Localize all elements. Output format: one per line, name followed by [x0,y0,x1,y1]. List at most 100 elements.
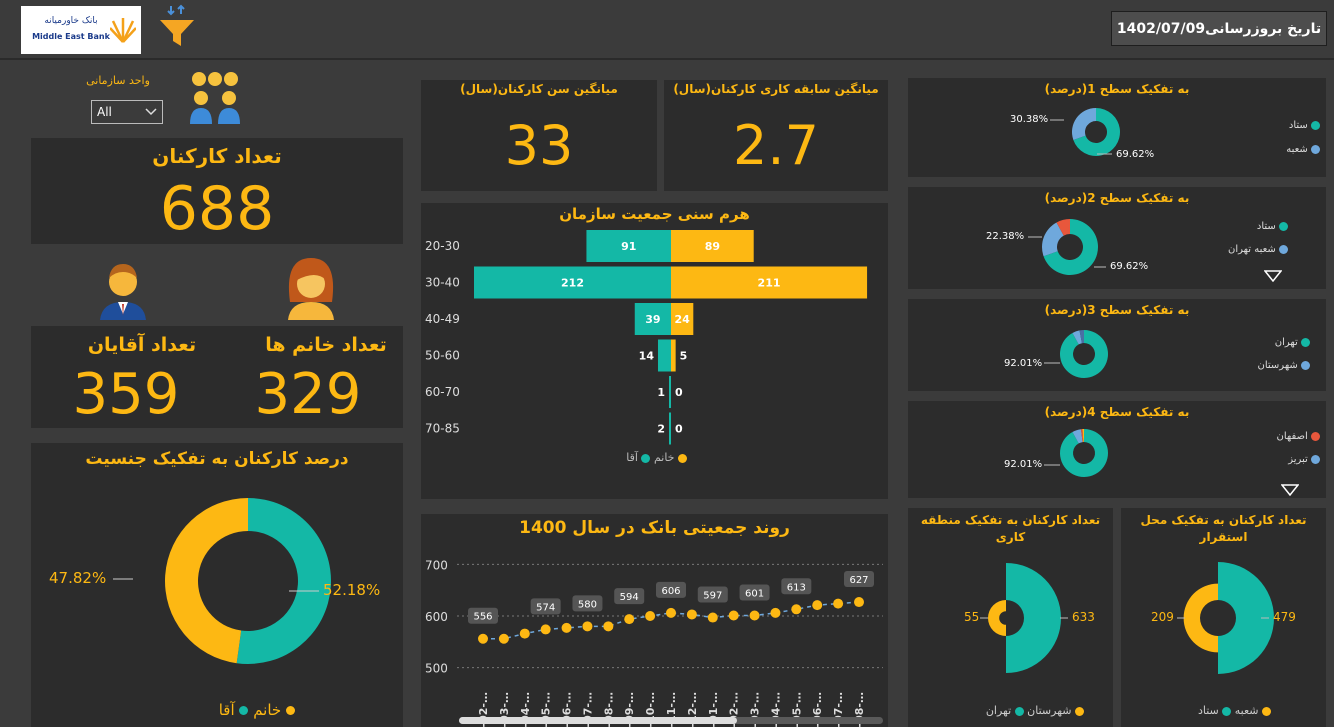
pct-women-label: 47.82% [49,569,107,587]
avg-experience-value: 2.7 [733,114,819,177]
trend-point [833,598,844,609]
pyramid-bar-women [671,339,676,372]
men-value: 359 [72,362,180,427]
trend-chart: 50060070055600-02-… 00-03-… 00-04-…57400-0… [425,558,883,727]
total-employees-card: تعداد کارکنان 688 [31,138,403,244]
dropdown-value: All [97,105,112,119]
pyramid-legend-men: آقا [626,451,638,464]
avg-age-value: 33 [504,114,574,177]
trend-data-label: 597 [703,591,722,602]
level2-pct-a: 22.38% [986,231,1025,242]
region-slice-tehran [1006,563,1061,673]
trend-point [686,609,697,620]
region-legend-b-label: شهرستان [1027,704,1072,717]
trend-data-label: 574 [536,602,555,613]
avg-age-card: میانگین سن کارکنان(سال) 33 [421,80,657,191]
pyramid-label-women: 89 [705,240,720,253]
donut-slice-women [165,498,248,664]
funnel-icon[interactable] [158,4,196,50]
logo-sun-icon [109,14,137,44]
trend-point [645,611,656,621]
age-category-label: 20-30 [425,239,460,253]
level4-card: به تفکیک سطح 4(درصد) 92.01% اصفهان تبریز [908,401,1326,498]
trend-point [624,614,635,625]
trend-data-label: 580 [578,599,597,610]
trend-point [582,621,593,632]
age-category-label: 60-70 [425,385,460,399]
pyramid-bar-men [657,339,671,372]
org-unit-dropdown[interactable]: All [91,100,163,124]
level4-legend-dot-b [1311,454,1320,464]
level1-legend-a: ستاد [1270,120,1320,131]
trend-data-label: 594 [620,592,639,603]
trend-point [519,628,530,639]
location-legend: شعبه ستاد [1161,704,1271,717]
pyramid-label-men: 212 [561,277,584,290]
scrollbar-thumb[interactable] [459,717,737,724]
pyramid-label-men: 91 [621,240,636,253]
trend-data-label: 627 [849,575,868,586]
total-employees-value: 688 [159,174,275,244]
pyramid-legend-dot-men [641,453,651,463]
pyramid-bar-men [669,376,671,408]
trend-point [728,610,739,621]
trend-point [854,597,864,608]
level2-pct-b: 69.62% [1110,261,1149,272]
region-value-small: 55 [964,610,980,624]
horizontal-scrollbar[interactable] [459,717,883,724]
gender-donut-card: درصد کارکنان به تفکیک جنسیت 52.18% 47.82… [31,443,403,727]
trend-point [561,622,572,633]
level2-legend-b: شعبه تهران [1208,244,1288,255]
level4-scroll-down-icon[interactable] [1280,481,1300,500]
level2-legend-a: ستاد [1208,221,1288,232]
legend-dot-women [286,706,295,715]
chevron-down-icon [144,104,158,123]
pyramid-legend: خانم آقا [607,451,687,464]
region-legend-dot-b [1075,706,1084,716]
trend-point [603,621,614,632]
level4-legend-b: تبریز [1248,454,1320,465]
logo-text-en: Middle East Bank [32,32,110,41]
gender-counts-card: تعداد آقایان 359 تعداد خانم ها 329 [31,326,403,428]
trend-point [540,624,551,635]
level1-legend-dot-a [1311,120,1320,130]
location-legend-dot-b [1262,706,1271,716]
level2-scroll-down-icon[interactable] [1263,267,1283,286]
trend-ytick-label: 700 [425,558,448,572]
level4-donut [1044,429,1108,477]
level4-legend-a: اصفهان [1248,431,1320,442]
region-legend: شهرستان تهران [954,704,1084,717]
level1-card: به تفکیک سطح 1(درصد) 30.38% 69.62% ستاد … [908,78,1326,177]
level3-legend-dot-a [1301,337,1310,347]
woman-avatar-icon [282,256,340,320]
level3-legend-dot-b [1301,360,1310,370]
legend-dot-men [239,706,249,715]
location-legend-a-label: ستاد [1197,704,1219,717]
pyramid-label-women: 211 [758,277,781,290]
legend-women-label: خانم [253,701,282,719]
pyramid-label-women: 5 [680,350,688,363]
trend-point [791,604,802,615]
location-value-small: 209 [1151,610,1174,624]
man-avatar-icon [96,260,150,320]
region-card: تعداد کارکنان به تفکیک منطقه کاری 633 55… [908,508,1113,727]
trend-ytick-label: 500 [425,662,448,676]
trend-point [749,610,760,621]
level2-legend-a-label: ستاد [1256,221,1276,232]
trend-ytick-label: 600 [425,610,448,624]
total-employees-title: تعداد کارکنان [152,144,282,168]
level4-legend-dot-a [1311,431,1320,441]
trend-data-label: 601 [745,588,764,599]
level3-pct-b: 92.01% [1004,358,1043,369]
pyramid-label-women: 0 [675,386,683,399]
pyramid-label-men: 39 [645,313,660,326]
level4-legend-a-label: اصفهان [1276,431,1308,442]
location-slice-branch [1183,583,1218,653]
pyramid-label-women: 24 [674,313,690,326]
location-card: تعداد کارکنان به تفکیک محل استقرار 479 2… [1121,508,1326,727]
age-category-label: 70-85 [425,422,460,436]
women-title: تعداد خانم ها [265,334,387,356]
filter-label: واحد سازمانی [86,74,150,87]
level1-pct-b: 69.62% [1116,149,1155,160]
donut-slice-men [236,498,331,664]
